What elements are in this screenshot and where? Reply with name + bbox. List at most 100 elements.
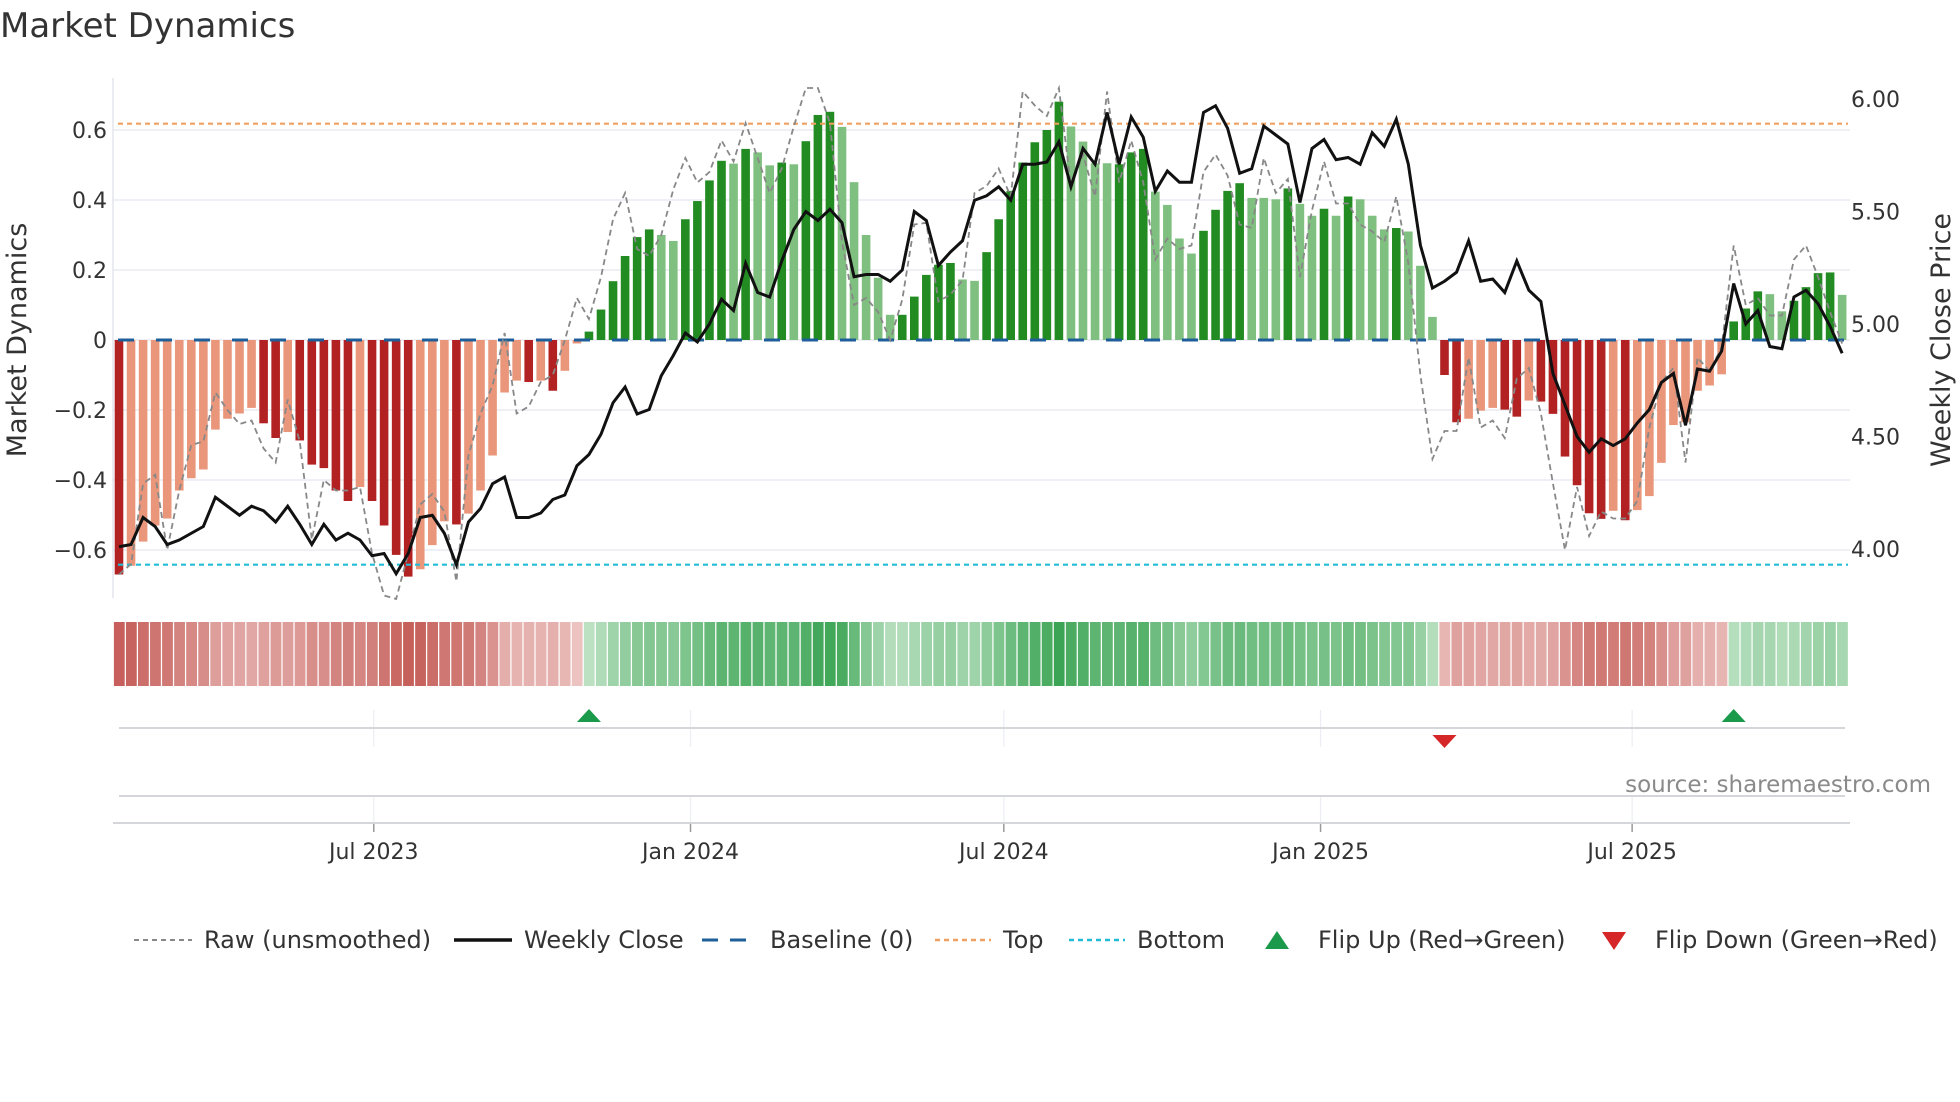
legend-item-flip-down: Flip Down (Green→Red) [1601, 922, 1938, 958]
momentum-bar [259, 340, 268, 424]
regime-cell [885, 622, 896, 686]
regime-cell [547, 622, 559, 686]
regime-cell [1174, 622, 1186, 686]
momentum-bar [922, 274, 931, 340]
regime-strip [113, 622, 1848, 686]
regime-cell [1029, 622, 1041, 686]
flip-up-marker [1721, 709, 1746, 722]
momentum-bar [669, 240, 678, 340]
regime-cell [1415, 622, 1427, 686]
momentum-bar [1367, 215, 1377, 340]
momentum-bar [114, 340, 124, 575]
momentum-bar [1018, 162, 1028, 340]
regime-cell [1186, 622, 1198, 686]
regime-cell [150, 622, 161, 686]
regime-cell [1740, 622, 1752, 686]
momentum-bar [548, 340, 558, 391]
momentum-bar [536, 340, 546, 381]
regime-cell [1716, 622, 1728, 686]
momentum-bar [271, 340, 280, 438]
momentum-bar [1319, 208, 1329, 340]
momentum-bar [476, 340, 485, 491]
legend-label: Bottom [1137, 926, 1226, 954]
momentum-bar [717, 160, 726, 340]
momentum-bar [1584, 340, 1594, 514]
momentum-bar [813, 114, 823, 340]
momentum-bar [1151, 191, 1160, 340]
regime-cell [1270, 622, 1282, 686]
momentum-bar [1331, 215, 1341, 340]
regime-cell [1788, 622, 1800, 686]
y-tick-label: −0.4 [54, 469, 107, 494]
momentum-bar [500, 340, 509, 393]
regime-cell [1138, 622, 1149, 686]
y-tick-label: −0.6 [54, 539, 107, 564]
regime-cell [909, 622, 920, 686]
regime-cell [162, 622, 173, 686]
regime-cell [1620, 622, 1631, 686]
regime-cell [1318, 622, 1330, 686]
dash-line-icon [702, 938, 758, 942]
solid-line-icon [454, 938, 512, 942]
momentum-bar [1126, 152, 1136, 340]
momentum-bar [1223, 190, 1232, 340]
momentum-bar [1572, 340, 1582, 486]
momentum-bar [1705, 340, 1714, 386]
momentum-bar [1307, 215, 1317, 340]
regime-cell [427, 622, 438, 686]
regime-cell [1053, 622, 1065, 686]
regime-cell [620, 622, 631, 686]
y2-tick-label: 5.00 [1851, 313, 1900, 338]
regime-cell [1065, 622, 1077, 686]
momentum-bar [199, 340, 208, 470]
momentum-bar [235, 340, 244, 414]
regime-cell [210, 622, 222, 686]
y2-tick-label: 5.50 [1851, 201, 1900, 226]
momentum-bar [295, 340, 305, 441]
momentum-bar [126, 340, 136, 566]
regime-cell [716, 622, 728, 686]
regime-cell [523, 622, 535, 686]
regime-cell [1644, 622, 1656, 686]
y-tick-label: 0.6 [72, 119, 107, 144]
regime-cell [330, 622, 342, 686]
regime-cell [740, 622, 752, 686]
regime-cell [1017, 622, 1029, 686]
legend-label: Baseline (0) [770, 926, 914, 954]
regime-cell [1511, 622, 1523, 686]
regime-cell [1559, 622, 1571, 686]
momentum-bar [1536, 340, 1546, 402]
regime-cell [113, 622, 125, 686]
series-lines [118, 84, 1844, 601]
regime-cell [415, 622, 426, 686]
y2-axis-label: Weekly Close Price [1926, 213, 1957, 467]
regime-cell [1523, 622, 1535, 686]
regime-cell [752, 622, 764, 686]
momentum-bar [656, 235, 666, 340]
momentum-bar [1440, 340, 1449, 375]
regime-cell [1584, 622, 1595, 686]
regime-cell [607, 622, 619, 686]
regime-cell [595, 622, 607, 686]
regime-cell [1704, 622, 1716, 686]
momentum-bar [138, 340, 148, 542]
regime-cell [1234, 622, 1246, 686]
regime-cell [764, 622, 776, 686]
y-axis-label: Market Dynamics [2, 223, 33, 458]
momentum-bar [1235, 183, 1244, 340]
regime-cell [1403, 622, 1415, 686]
momentum-bar [632, 237, 642, 340]
regime-cell [366, 622, 378, 686]
x-tick-label: Jan 2025 [1270, 840, 1369, 865]
regime-cell [270, 622, 282, 686]
momentum-bar [765, 165, 774, 340]
regime-cell [222, 622, 234, 686]
momentum-bar [1054, 101, 1064, 341]
regime-cell [1728, 622, 1740, 686]
momentum-bar [596, 309, 606, 340]
regime-cell [138, 622, 149, 686]
momentum-bars [114, 101, 1847, 577]
regime-cell [981, 622, 993, 686]
regime-cell [246, 622, 258, 686]
regime-cell [342, 622, 354, 686]
